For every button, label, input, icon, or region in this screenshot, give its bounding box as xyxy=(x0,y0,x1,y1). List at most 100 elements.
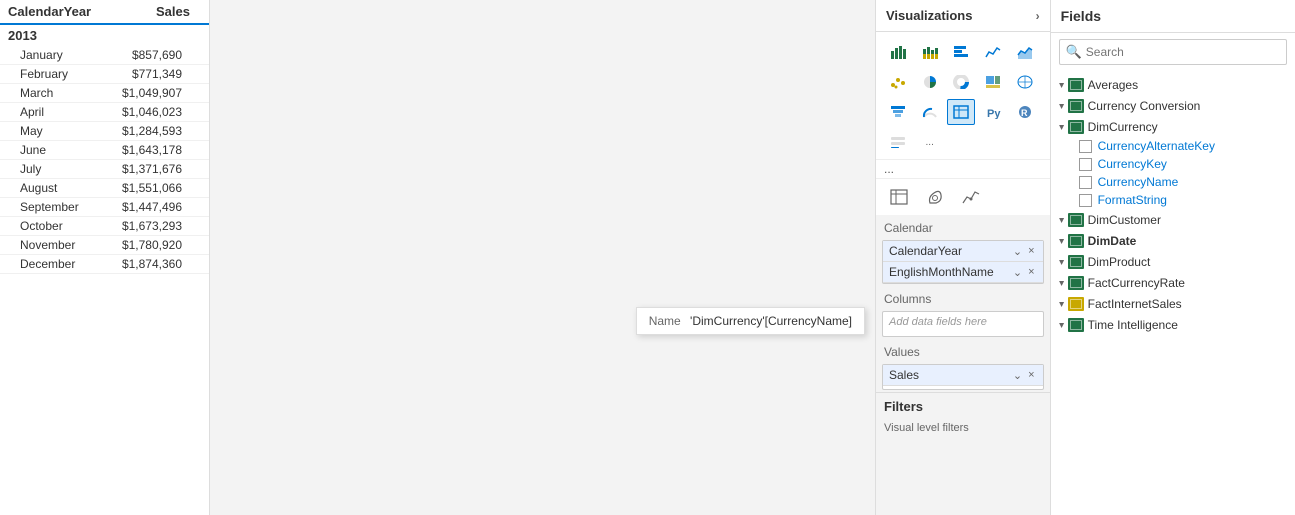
viz-chip-sales-text: Sales xyxy=(889,368,919,382)
cell-sales: $1,874,360 xyxy=(100,257,190,271)
field-group-dimdate: ▸ DimDate xyxy=(1051,231,1295,251)
table-icon xyxy=(1068,213,1084,227)
viz-rows-drop[interactable]: CalendarYear ⌄ × EnglishMonthName ⌄ × xyxy=(882,240,1044,284)
viz-icons-grid-row3: Py R xyxy=(880,99,1046,129)
viz-icon-table-active[interactable] xyxy=(947,99,975,125)
viz-chip-calendaryear-text: CalendarYear xyxy=(889,244,962,258)
field-group-dimproduct: ▸ DimProduct xyxy=(1051,252,1295,272)
field-item-currencyalternatekey[interactable]: CurrencyAlternateKey xyxy=(1051,137,1295,155)
search-input[interactable] xyxy=(1086,45,1280,59)
cell-sales: $1,371,676 xyxy=(100,162,190,176)
cell-sales: $857,690 xyxy=(100,48,190,62)
viz-chip-sales-remove[interactable]: × xyxy=(1026,369,1036,381)
viz-icon-stacked-bar[interactable] xyxy=(916,39,944,65)
field-group-header-time-intelligence[interactable]: ▸ Time Intelligence xyxy=(1051,315,1295,335)
viz-icon-horizontal-bar[interactable] xyxy=(947,39,975,65)
field-group-averages: ▸ Averages xyxy=(1051,75,1295,95)
viz-columns-drop[interactable]: Add data fields here xyxy=(882,311,1044,337)
cell-month: December xyxy=(0,257,100,271)
fields-search-box[interactable]: 🔍 xyxy=(1059,39,1287,65)
field-item-currencykey[interactable]: CurrencyKey xyxy=(1051,155,1295,173)
chevron-right-icon[interactable]: › xyxy=(1036,9,1040,23)
viz-icon-line[interactable] xyxy=(979,39,1007,65)
viz-chip-calendaryear[interactable]: CalendarYear ⌄ × xyxy=(883,241,1043,262)
viz-icon-more[interactable]: ... xyxy=(916,129,944,155)
cell-sales: $1,284,593 xyxy=(100,124,190,138)
viz-panel: Visualizations › xyxy=(876,0,1051,515)
field-checkbox[interactable] xyxy=(1079,176,1092,189)
field-group-header-dimcustomer[interactable]: ▸ DimCustomer xyxy=(1051,210,1295,230)
viz-fields-icon[interactable] xyxy=(884,183,914,211)
viz-icon-python[interactable]: Py xyxy=(979,99,1007,125)
field-name[interactable]: CurrencyKey xyxy=(1098,157,1167,171)
viz-chip-englishmonthname-remove[interactable]: × xyxy=(1026,266,1036,278)
field-checkbox[interactable] xyxy=(1079,194,1092,207)
viz-chip-englishmonthname-expand[interactable]: ⌄ xyxy=(1011,266,1024,279)
fields-panel-title: Fields xyxy=(1051,0,1295,33)
field-group-header-factcurrencyrate[interactable]: ▸ FactCurrencyRate xyxy=(1051,273,1295,293)
cell-sales: $1,551,066 xyxy=(100,181,190,195)
viz-bottom-icons xyxy=(876,178,1050,215)
viz-icon-donut[interactable] xyxy=(947,69,975,95)
chevron-icon: ▸ xyxy=(1056,259,1067,264)
field-checkbox[interactable] xyxy=(1079,158,1092,171)
field-item-currencyname[interactable]: CurrencyName xyxy=(1051,173,1295,191)
tooltip-label: Name xyxy=(649,314,681,328)
table-icon xyxy=(1068,234,1084,248)
viz-icon-pie[interactable] xyxy=(916,69,944,95)
chevron-icon: ▸ xyxy=(1056,280,1067,285)
field-name[interactable]: CurrencyAlternateKey xyxy=(1098,139,1215,153)
cell-sales: $1,447,496 xyxy=(100,200,190,214)
viz-icon-map[interactable] xyxy=(1011,69,1039,95)
viz-columns-placeholder: Add data fields here xyxy=(883,312,1043,332)
field-group-header-averages[interactable]: ▸ Averages xyxy=(1051,75,1295,95)
viz-more-button[interactable]: ... xyxy=(876,159,1050,178)
field-group-header-factinternetsales[interactable]: ▸ FactInternetSales xyxy=(1051,294,1295,314)
viz-format-icon[interactable] xyxy=(920,183,950,211)
field-group-factcurrencyrate: ▸ FactCurrencyRate xyxy=(1051,273,1295,293)
table-row: July $1,371,676 xyxy=(0,160,209,179)
viz-icon-funnel[interactable] xyxy=(884,99,912,125)
viz-icon-bar[interactable] xyxy=(884,39,912,65)
field-group-header-dimcurrency[interactable]: ▸ DimCurrency xyxy=(1051,117,1295,137)
viz-columns-label: Columns xyxy=(876,286,1050,309)
viz-analytics-icon[interactable] xyxy=(956,183,986,211)
table-row: March $1,049,907 xyxy=(0,84,209,103)
viz-icons-grid-row1 xyxy=(880,35,1046,69)
table-icon xyxy=(1068,120,1084,134)
field-checkbox[interactable] xyxy=(1079,140,1092,153)
viz-columns-group: Columns Add data fields here xyxy=(876,286,1050,337)
viz-chip-calendaryear-remove[interactable]: × xyxy=(1026,245,1036,257)
field-name[interactable]: FormatString xyxy=(1098,193,1167,207)
svg-text:R: R xyxy=(1021,108,1028,118)
chevron-icon: ▸ xyxy=(1056,301,1067,306)
viz-icon-treemap[interactable] xyxy=(979,69,1007,95)
viz-icon-gauge[interactable] xyxy=(916,99,944,125)
viz-panel-header: Visualizations › xyxy=(876,0,1050,32)
viz-values-drop[interactable]: Sales ⌄ × xyxy=(882,364,1044,390)
viz-icon-area[interactable] xyxy=(1011,39,1039,65)
cell-month: January xyxy=(0,48,100,62)
field-group-dimcustomer: ▸ DimCustomer xyxy=(1051,210,1295,230)
field-group-header-dimdate[interactable]: ▸ DimDate xyxy=(1051,231,1295,251)
tooltip-value: 'DimCurrency'[CurrencyName] xyxy=(690,314,852,328)
field-name[interactable]: CurrencyName xyxy=(1098,175,1179,189)
table-row: December $1,874,360 xyxy=(0,255,209,274)
viz-chip-sales-expand[interactable]: ⌄ xyxy=(1011,369,1024,382)
viz-panel-title: Visualizations xyxy=(886,8,972,23)
viz-icon-slicer[interactable] xyxy=(884,129,912,155)
viz-icon-scatter[interactable] xyxy=(884,69,912,95)
middle-area: Name 'DimCurrency'[CurrencyName] xyxy=(210,0,875,515)
viz-chip-englishmonthname[interactable]: EnglishMonthName ⌄ × xyxy=(883,262,1043,283)
viz-chip-sales[interactable]: Sales ⌄ × xyxy=(883,365,1043,386)
field-group-name: FactInternetSales xyxy=(1088,297,1182,311)
field-item-formatstring[interactable]: FormatString xyxy=(1051,191,1295,209)
viz-icon-r[interactable]: R xyxy=(1011,99,1039,125)
field-group-header-dimproduct[interactable]: ▸ DimProduct xyxy=(1051,252,1295,272)
field-group-name: Currency Conversion xyxy=(1088,99,1201,113)
viz-fields-section: Calendar CalendarYear ⌄ × EnglishMonthNa… xyxy=(876,215,1050,515)
viz-chip-calendaryear-expand[interactable]: ⌄ xyxy=(1011,245,1024,258)
field-group-header-currency-conversion[interactable]: ▸ Currency Conversion xyxy=(1051,96,1295,116)
table-icon xyxy=(1068,255,1084,269)
field-group-time-intelligence: ▸ Time Intelligence xyxy=(1051,315,1295,335)
